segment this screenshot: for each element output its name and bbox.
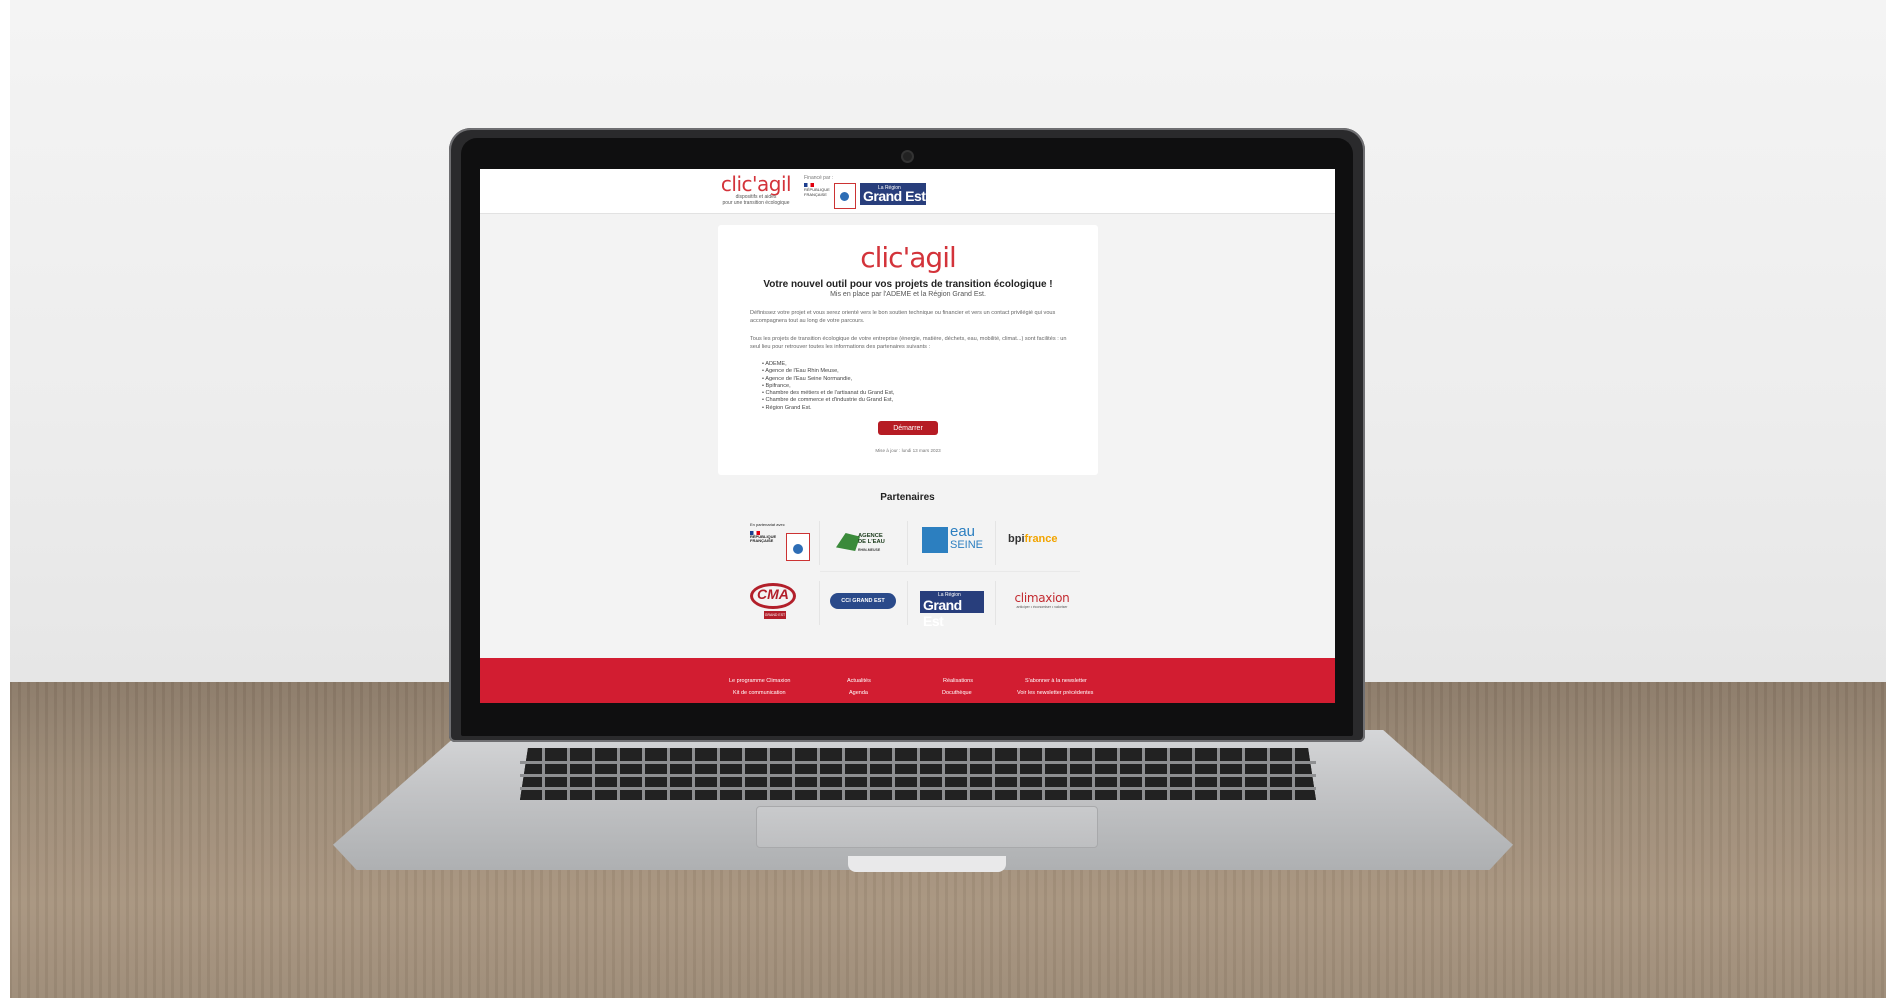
bpifrance-logo: bpifrance: [1008, 533, 1058, 545]
laptop-opening-notch: [848, 856, 1006, 872]
partner-logo-cci[interactable]: CCI GRAND EST: [820, 577, 906, 627]
footer-link-docutheque[interactable]: Docuthèque: [942, 690, 972, 696]
grid-divider: [819, 521, 820, 565]
seine-sub: SEINE: [950, 539, 984, 551]
rf-label: RÉPUBLIQUE FRANÇAISE: [804, 187, 830, 197]
ademe-logo: [834, 183, 856, 209]
agence-eau-seine-normandie-logo: eau SEINE: [922, 523, 984, 555]
website-screen: clic'agil dispositifs et aides pour une …: [480, 169, 1335, 703]
region-big-label: Grand Est: [923, 597, 962, 629]
start-button[interactable]: Démarrer: [878, 421, 938, 435]
list-item: ADEME,: [762, 361, 894, 368]
footer-link-newsletter-archive[interactable]: Voir les newsletter précédentes: [1017, 690, 1093, 696]
list-item: Région Grand Est.: [762, 405, 894, 412]
ademe-globe-icon: [793, 544, 803, 554]
republique-francaise-logo: RÉPUBLIQUE FRANÇAISE: [804, 183, 830, 209]
list-item: Chambre de commerce et d'industrie du Gr…: [762, 397, 894, 404]
partner-logo-bpifrance[interactable]: bpifrance: [996, 517, 1082, 567]
intro-card: clic'agil Votre nouvel outil pour vos pr…: [718, 225, 1098, 475]
grid-divider: [907, 521, 908, 565]
partners-heading: Partenaires: [880, 492, 935, 503]
last-updated-text: Mise à jour : lundi 13 mars 2023: [875, 448, 941, 453]
keyboard-row-gap: [520, 774, 1316, 777]
footer-link-kit[interactable]: Kit de communication: [733, 690, 786, 696]
rf-label: RÉPUBLIQUE FRANÇAISE: [750, 533, 777, 543]
partner-caption: En partenariat avec: [750, 522, 785, 527]
climaxion-logo: climaxion anticiper • économiser • valor…: [1004, 591, 1080, 609]
financed-by-label: Financé par :: [804, 175, 834, 181]
partner-logo-climaxion[interactable]: climaxion anticiper • économiser • valor…: [996, 577, 1082, 627]
cma-grand-est-logo: CMA GRAND EST: [750, 583, 800, 621]
partner-logo-rhin-meuse[interactable]: AGENCE DE L'EAU RHIN-MEUSE: [820, 517, 906, 567]
seine-map-icon: [922, 527, 948, 553]
seine-word: eau: [950, 523, 976, 540]
region-grand-est-logo: La Région Grand Est: [860, 183, 926, 205]
list-item: Bpifrance,: [762, 383, 894, 390]
partner-logo-seine-normandie[interactable]: eau SEINE: [908, 517, 994, 567]
site-header: clic'agil dispositifs et aides pour une …: [480, 169, 1335, 214]
header-logo-tagline: pour une transition écologique: [722, 200, 790, 206]
list-item: Chambre des métiers et de l'artisanat du…: [762, 390, 895, 397]
cma-tag: GRAND EST: [764, 611, 786, 619]
intro-paragraph-1: Définissez votre projet et vous serez or…: [750, 310, 1056, 324]
rhin-meuse-sub: RHIN-MEUSE: [858, 548, 881, 552]
partners-bullet-list: ADEME, Agence de l'Eau Rhin Meuse, Agenc…: [762, 361, 894, 412]
photo-left-edge: [0, 0, 10, 998]
rhin-meuse-label: AGENCE DE L'EAU: [858, 533, 885, 546]
ademe-logo: [786, 533, 810, 561]
keyboard-row-gap: [520, 787, 1316, 790]
footer-link-actualites[interactable]: Actualités: [847, 678, 871, 684]
header-logo[interactable]: clic'agil dispositifs et aides pour une …: [716, 174, 796, 208]
keyboard-row-gap: [520, 761, 1316, 764]
list-item: Agence de l'Eau Seine Normandie,: [762, 376, 894, 383]
france-word: france: [1024, 533, 1058, 545]
cma-word: CMA: [757, 586, 789, 602]
bpi-word: bpi: [1008, 533, 1025, 545]
region-big-label: Grand Est: [863, 188, 926, 204]
grid-divider: [819, 581, 820, 625]
list-item: Agence de l'Eau Rhin Meuse,: [762, 368, 894, 375]
cci-grand-est-logo: CCI GRAND EST: [830, 593, 896, 609]
laptop-trackpad: [756, 806, 1098, 848]
grid-divider: [907, 581, 908, 625]
footer-link-realisations[interactable]: Réalisations: [943, 678, 973, 684]
grid-divider: [820, 571, 1080, 572]
grid-divider: [995, 581, 996, 625]
region-map-icon: [836, 533, 860, 551]
ademe-globe-icon: [840, 192, 849, 201]
region-grand-est-logo: La Région Grand Est: [920, 591, 984, 629]
grid-divider: [995, 521, 996, 565]
climaxion-word: climaxion: [1014, 591, 1070, 605]
footer-link-agenda[interactable]: Agenda: [849, 690, 868, 696]
agence-eau-rhin-meuse-logo: AGENCE DE L'EAU RHIN-MEUSE: [836, 527, 892, 557]
partner-logo-ademe-rf[interactable]: En partenariat avec RÉPUBLIQUE FRANÇAISE: [732, 517, 818, 567]
partner-logo-region-grand-est[interactable]: La Région Grand Est: [908, 577, 994, 629]
camera-icon: [903, 152, 912, 161]
card-logo: clic'agil: [860, 241, 957, 274]
footer-link-programme[interactable]: Le programme Climaxion: [729, 678, 790, 684]
card-title: Votre nouvel outil pour vos projets de t…: [763, 279, 1053, 290]
intro-paragraph-2: Tous les projets de transition écologiqu…: [750, 336, 1067, 350]
republique-ademe-logo: En partenariat avec RÉPUBLIQUE FRANÇAISE: [750, 522, 810, 563]
card-subtitle: Mis en place par l'ADEME et la Région Gr…: [830, 291, 986, 298]
footer-link-newsletter-subscribe[interactable]: S'abonner à la newsletter: [1025, 678, 1087, 684]
site-footer: [480, 658, 1335, 703]
climaxion-tagline: anticiper • économiser • valoriser: [1016, 605, 1068, 609]
partner-logo-cma[interactable]: CMA GRAND EST: [732, 577, 818, 627]
header-logo-word: clic'agil: [720, 172, 792, 196]
